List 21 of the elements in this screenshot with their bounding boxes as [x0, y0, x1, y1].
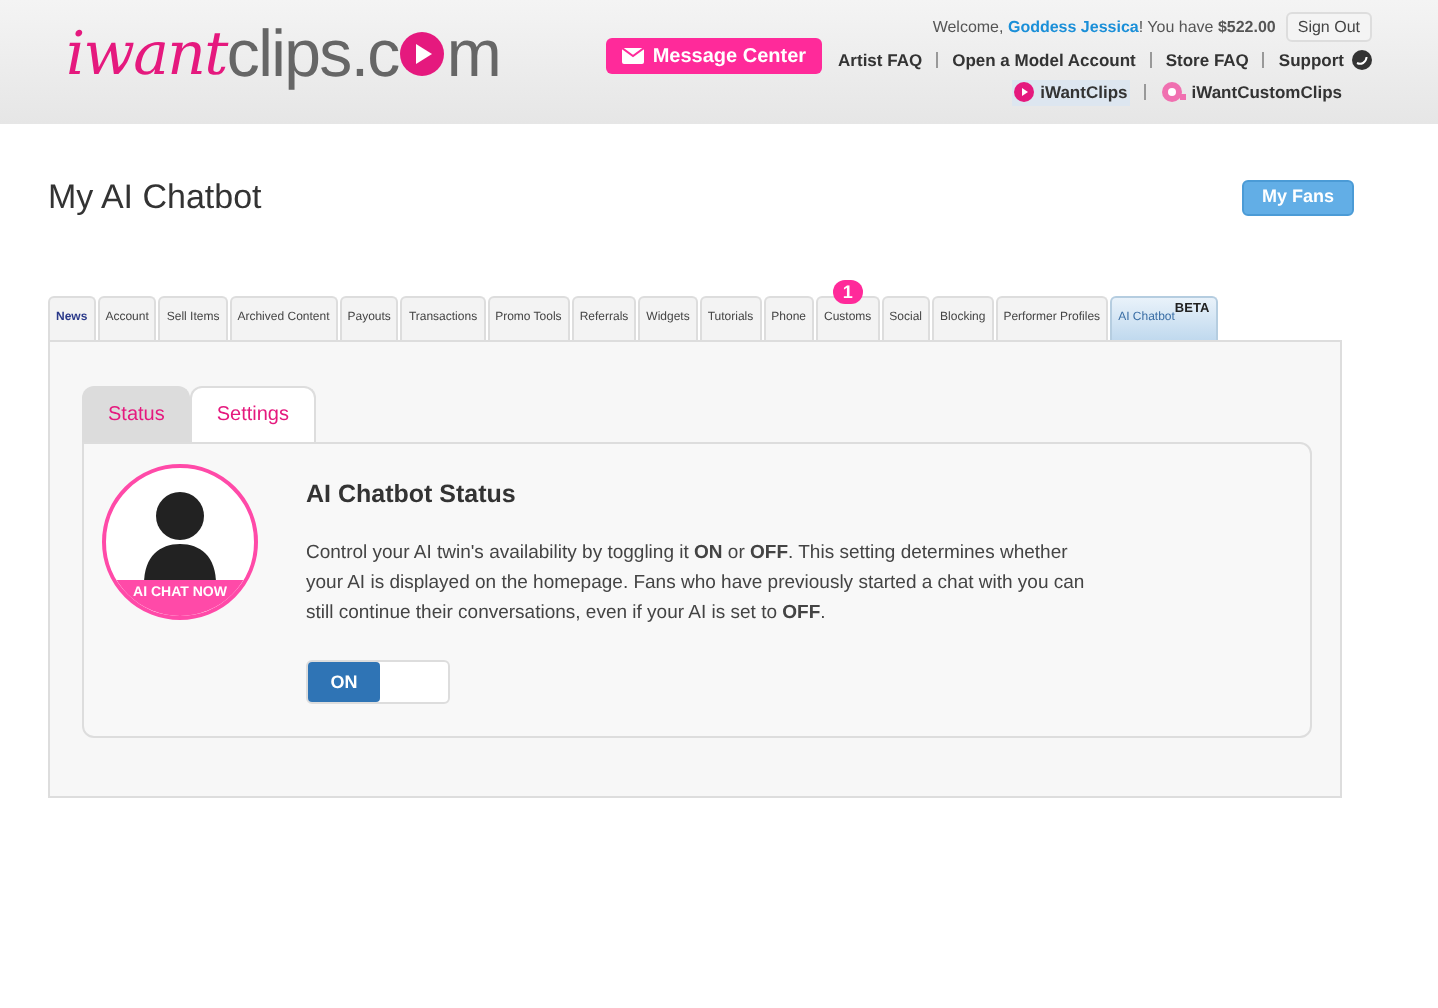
play-icon	[1014, 82, 1035, 103]
site-link[interactable]: iWantCustomClips	[1159, 79, 1344, 105]
envelope-icon	[622, 48, 645, 64]
header-link[interactable]: Store FAQ	[1165, 48, 1249, 74]
header-link[interactable]: Artist FAQ	[838, 48, 923, 74]
header-link[interactable]: Open a Model Account	[952, 48, 1136, 74]
toggle-label: ON	[308, 662, 380, 703]
sub-tab[interactable]: Settings	[190, 385, 315, 441]
description-text: Control your AI twin's availability by toggling it ON or OFF. This setting determines whether your AI is displayed on the homepage. Fans who have previously started a chat with you can still continue their conversations, even if your AI is set to OFF.	[306, 540, 1087, 629]
logo-script: iwant	[66, 26, 227, 86]
count-badge: 1	[832, 279, 863, 303]
play-icon	[398, 30, 447, 78]
logo-text: clips.c	[226, 20, 399, 86]
toggle-switch[interactable]: ON	[306, 660, 450, 705]
page-title: My AI Chatbot	[48, 176, 262, 220]
logo-text: m	[446, 20, 501, 86]
sign-out-button[interactable]: Sign Out	[1285, 12, 1372, 42]
site-link[interactable]: iWantClips	[1012, 79, 1130, 105]
card-heading: AI Chatbot Status	[306, 477, 518, 511]
header-link[interactable]: Support	[1278, 48, 1344, 74]
welcome-text: Welcome, Goddess Jessica! You have $522.00	[932, 15, 1276, 39]
